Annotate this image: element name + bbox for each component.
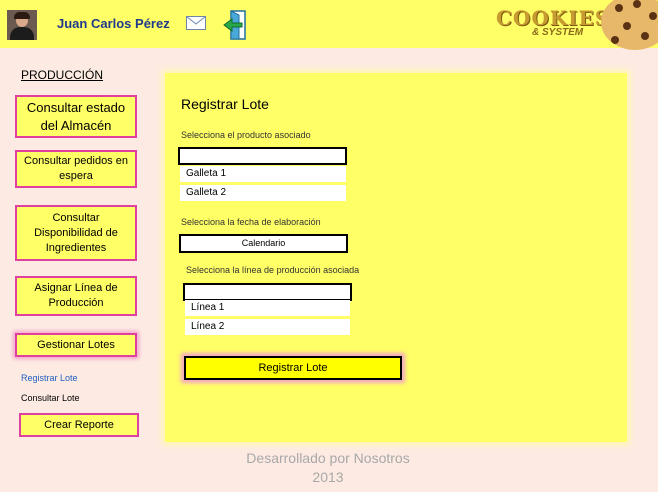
register-batch-submit-button[interactable]: Registrar Lote [184, 356, 402, 380]
cookie-chip [615, 4, 623, 12]
product-option[interactable]: Galleta 1 [180, 166, 346, 182]
form-title: Registrar Lote [181, 96, 269, 112]
product-option[interactable]: Galleta 2 [180, 185, 346, 201]
register-batch-panel: Registrar Lote Selecciona el producto as… [165, 73, 627, 442]
footer: Desarrollado por Nosotros 2013 [228, 449, 428, 487]
logo-subtitle: & SYSTEM [532, 27, 584, 38]
cookie-chip [633, 0, 641, 8]
avatar-hair [14, 12, 30, 19]
calendar-button[interactable]: Calendario [179, 234, 348, 253]
production-line-input[interactable] [183, 283, 352, 301]
date-label: Selecciona la fecha de elaboración [181, 217, 321, 227]
user-name: Juan Carlos Pérez [57, 16, 170, 31]
manage-batches-button[interactable]: Gestionar Lotes [15, 333, 137, 357]
mail-icon[interactable] [186, 16, 206, 30]
product-label: Selecciona el producto asociado [181, 130, 311, 140]
production-line-option[interactable]: Línea 2 [185, 319, 350, 335]
exit-door-icon[interactable] [222, 10, 250, 40]
cookie-chip [649, 12, 657, 20]
footer-credit: Desarrollado por Nosotros [246, 450, 410, 466]
pending-orders-button[interactable]: Consultar pedidos en espera [15, 150, 137, 188]
top-bar: Juan Carlos Pérez COOKIES & SYSTEM [0, 0, 658, 50]
warehouse-status-button[interactable]: Consultar estado del Almacén [15, 95, 137, 138]
create-report-button[interactable]: Crear Reporte [19, 413, 139, 437]
production-line-option[interactable]: Línea 1 [185, 300, 350, 316]
cookie-chip [623, 22, 631, 30]
query-batch-link[interactable]: Consultar Lote [21, 393, 80, 403]
product-select-input[interactable] [178, 147, 347, 165]
production-line-label: Selecciona la línea de producción asocia… [186, 265, 360, 275]
assign-production-line-button[interactable]: Asignar Línea de Producción [15, 276, 137, 316]
ingredient-availability-button[interactable]: Consultar Disponibilidad de Ingredientes [15, 205, 137, 261]
cookie-logo-icon [601, 0, 658, 50]
register-batch-link[interactable]: Registrar Lote [21, 373, 78, 383]
avatar-body [10, 27, 34, 40]
cookie-chip [611, 36, 619, 44]
cookie-chip [641, 32, 649, 40]
section-title: PRODUCCIÓN [21, 68, 104, 82]
user-avatar[interactable] [7, 10, 37, 40]
footer-year: 2013 [312, 469, 344, 485]
